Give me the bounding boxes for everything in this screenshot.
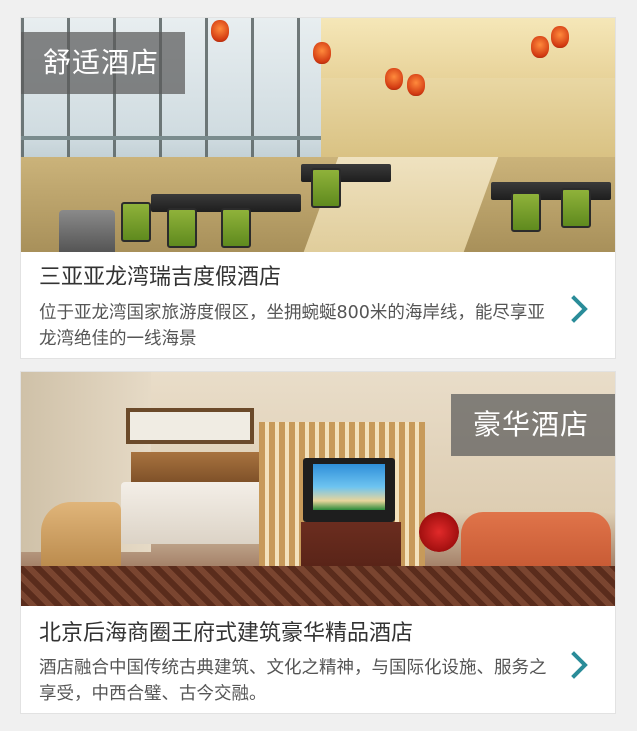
category-tag: 舒适酒店 (21, 32, 186, 94)
hotel-title: 北京后海商圈王府式建筑豪华精品酒店 (39, 621, 414, 646)
hotel-description: 酒店融合中国传统古典建筑、文化之精神，与国际化设施、服务之享受，中西合璧、古今交… (39, 658, 547, 704)
chevron-right-icon[interactable] (569, 294, 591, 324)
category-tag: 豪华酒店 (450, 394, 615, 456)
hotel-title: 三亚亚龙湾瑞吉度假酒店 (39, 265, 282, 290)
hotel-description: 位于亚龙湾国家旅游度假区，坐拥蜿蜒800米的海岸线，能尽享亚龙湾绝佳的一线海景 (39, 303, 545, 349)
hotel-card[interactable]: 舒适酒店 三亚亚龙湾瑞吉度假酒店 位于亚龙湾国家旅游度假区，坐拥蜿蜒800米的海… (20, 17, 616, 359)
hotel-photo-restaurant: 舒适酒店 (21, 18, 615, 252)
hotel-photo-room: 豪华酒店 (21, 372, 615, 606)
chevron-right-icon[interactable] (569, 650, 591, 680)
hotel-card[interactable]: 豪华酒店 北京后海商圈王府式建筑豪华精品酒店 酒店融合中国传统古典建筑、文化之精… (20, 371, 616, 714)
